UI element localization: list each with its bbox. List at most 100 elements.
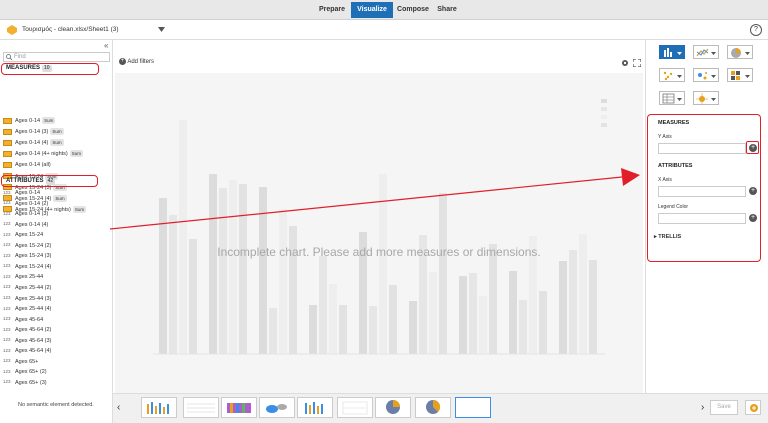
- grid-thumbnail-icon: [342, 401, 368, 415]
- vis-type-heatmap[interactable]: [727, 68, 753, 82]
- measure-item[interactable]: Ages 0-14 (4+ nights) Sum: [3, 149, 84, 160]
- gear-icon[interactable]: [621, 59, 629, 67]
- attribute-item[interactable]: 123 Ages 65+ (3): [3, 378, 47, 389]
- attribute-icon: 123: [3, 295, 11, 301]
- annotation-box-attributes: [1, 175, 98, 187]
- scroll-left-icon[interactable]: ‹: [117, 402, 120, 413]
- attribute-label: Ages 45-64: [15, 316, 44, 323]
- add-chart-button[interactable]: [745, 400, 761, 415]
- y-axis-drop-zone[interactable]: [658, 143, 746, 154]
- expand-icon[interactable]: [633, 59, 641, 67]
- dataset-name[interactable]: Τουρισμός - clean.xlsx/Sheet1 (3): [22, 26, 119, 33]
- scroll-right-icon[interactable]: ›: [701, 402, 704, 413]
- collapse-icon[interactable]: «: [104, 41, 108, 50]
- bar-thumbnail-icon: [147, 402, 169, 414]
- attribute-label: Ages 25-44 (2): [15, 284, 52, 291]
- vis-type-bubble[interactable]: [693, 68, 719, 82]
- attribute-label: Ages 45-64 (2): [15, 327, 52, 334]
- vis-type-pie-chart[interactable]: [727, 45, 753, 59]
- chart-thumbnail[interactable]: [337, 397, 373, 418]
- attribute-icon: 123: [3, 326, 11, 332]
- tab-compose[interactable]: Compose: [395, 2, 431, 18]
- dataset-icon: [7, 25, 17, 35]
- annotation-box-measures: [1, 63, 99, 75]
- attribute-label: Ages 15-24: [15, 232, 44, 239]
- attribute-item[interactable]: 123 Ages 25-44 (2): [3, 283, 51, 294]
- attribute-item[interactable]: 123 Ages 0-14: [3, 188, 40, 199]
- chart-thumbnail[interactable]: [375, 397, 411, 418]
- vis-type-line-chart[interactable]: [693, 45, 719, 59]
- chart-thumbnail[interactable]: [297, 397, 333, 418]
- chart-thumbnail[interactable]: [415, 397, 451, 418]
- measure-label: Ages 0-14 (4+ nights): [15, 151, 68, 158]
- attribute-icon: 123: [3, 358, 11, 364]
- help-icon[interactable]: ?: [750, 24, 762, 36]
- attribute-item[interactable]: 123 Ages 0-14 (3): [3, 209, 48, 220]
- attribute-item[interactable]: 123 Ages 15-24 (4): [3, 262, 51, 273]
- attribute-item[interactable]: 123 Ages 45-64 (3): [3, 336, 51, 347]
- add-filters-button[interactable]: + Add filters: [119, 58, 154, 65]
- attribute-item[interactable]: 123 Ages 0-14 (4): [3, 220, 48, 231]
- chart-thumbnail[interactable]: [183, 397, 219, 418]
- attribute-item[interactable]: 123 Ages 65+: [3, 357, 38, 368]
- chart-thumbnail-new[interactable]: [455, 397, 491, 418]
- attribute-item[interactable]: 123 Ages 0-14 (2): [3, 199, 48, 210]
- chart-canvas: + Add filters Incomplete chart. Please a…: [113, 40, 645, 393]
- tab-visualize[interactable]: Visualize: [351, 2, 393, 18]
- measure-icon: [3, 139, 12, 146]
- attribute-label: Ages 45-64 (4): [15, 348, 52, 355]
- chart-thumbnail[interactable]: [141, 397, 177, 418]
- chart-thumbnail[interactable]: [259, 397, 295, 418]
- chevron-down-icon[interactable]: [158, 27, 165, 32]
- attribute-item[interactable]: 123 Ages 65+ (2): [3, 367, 47, 378]
- measure-item[interactable]: Ages 0-14 (3) Sum: [3, 127, 64, 138]
- x-axis-drop-zone[interactable]: [658, 186, 746, 197]
- measure-label: Ages 0-14 (4): [15, 140, 49, 147]
- attribute-item[interactable]: 123 Ages 15-24 (3): [3, 251, 51, 262]
- geo-map-icon: [696, 93, 716, 105]
- attribute-icon: 123: [3, 305, 11, 311]
- find-field-input[interactable]: Find: [3, 52, 110, 62]
- vis-type-bar-chart[interactable]: [659, 45, 685, 59]
- sum-badge: Sum: [42, 117, 56, 124]
- attribute-item[interactable]: 123 Ages 25-44 (4): [3, 304, 51, 315]
- attribute-icon: 123: [3, 316, 11, 322]
- vis-type-table[interactable]: [659, 91, 685, 105]
- attribute-item[interactable]: 123 Ages 45-64 (2): [3, 325, 51, 336]
- measure-item[interactable]: Ages 0-14 (all): [3, 160, 51, 171]
- attribute-label: Ages 0-14 (4): [15, 221, 49, 228]
- measure-item[interactable]: Ages 0-14 (4) Sum: [3, 138, 64, 149]
- vis-type-geo[interactable]: [693, 91, 719, 105]
- attribute-icon: 123: [3, 347, 11, 353]
- pie-chart-icon: [731, 48, 750, 58]
- attribute-item[interactable]: 123 Ages 15-24 (2): [3, 241, 51, 252]
- legend-color-drop-zone[interactable]: [658, 213, 746, 224]
- tab-prepare[interactable]: Prepare: [315, 2, 349, 18]
- attribute-item[interactable]: 123 Ages 45-64 (4): [3, 346, 51, 357]
- tab-share[interactable]: Share: [435, 2, 459, 18]
- chart-thumbnail[interactable]: [221, 397, 257, 418]
- save-button[interactable]: Save: [710, 400, 738, 415]
- table-thumbnail-icon: [187, 403, 215, 413]
- attribute-icon: 123: [3, 200, 11, 206]
- placeholder-legend: [601, 99, 607, 127]
- attribute-item[interactable]: 123 Ages 15-24: [3, 230, 43, 241]
- chart-placeholder-area: Incomplete chart. Please add more measur…: [115, 73, 643, 393]
- attribute-icon: 123: [3, 337, 11, 343]
- attribute-label: Ages 65+: [15, 358, 39, 365]
- measure-item[interactable]: Ages 0-14 Sum: [3, 116, 56, 127]
- attribute-item[interactable]: 123 Ages 25-44: [3, 272, 43, 283]
- vis-type-scatter[interactable]: [659, 68, 685, 82]
- attribute-item[interactable]: 123 Ages 45-64: [3, 315, 43, 326]
- trellis-toggle[interactable]: ▸ TRELLIS: [654, 234, 681, 240]
- add-legend-color-icon[interactable]: +: [749, 214, 757, 222]
- line-chart-icon: [696, 48, 716, 57]
- add-x-axis-icon[interactable]: +: [749, 187, 757, 195]
- stacked-thumbnail-icon: [227, 403, 251, 413]
- add-chart-icon: [750, 404, 758, 412]
- bar-chart-icon: [664, 48, 682, 57]
- attribute-label: Ages 0-14: [15, 190, 41, 196]
- measure-icon: [3, 161, 12, 168]
- incomplete-chart-message: Incomplete chart. Please add more measur…: [217, 245, 541, 259]
- attribute-item[interactable]: 123 Ages 25-44 (3): [3, 294, 51, 305]
